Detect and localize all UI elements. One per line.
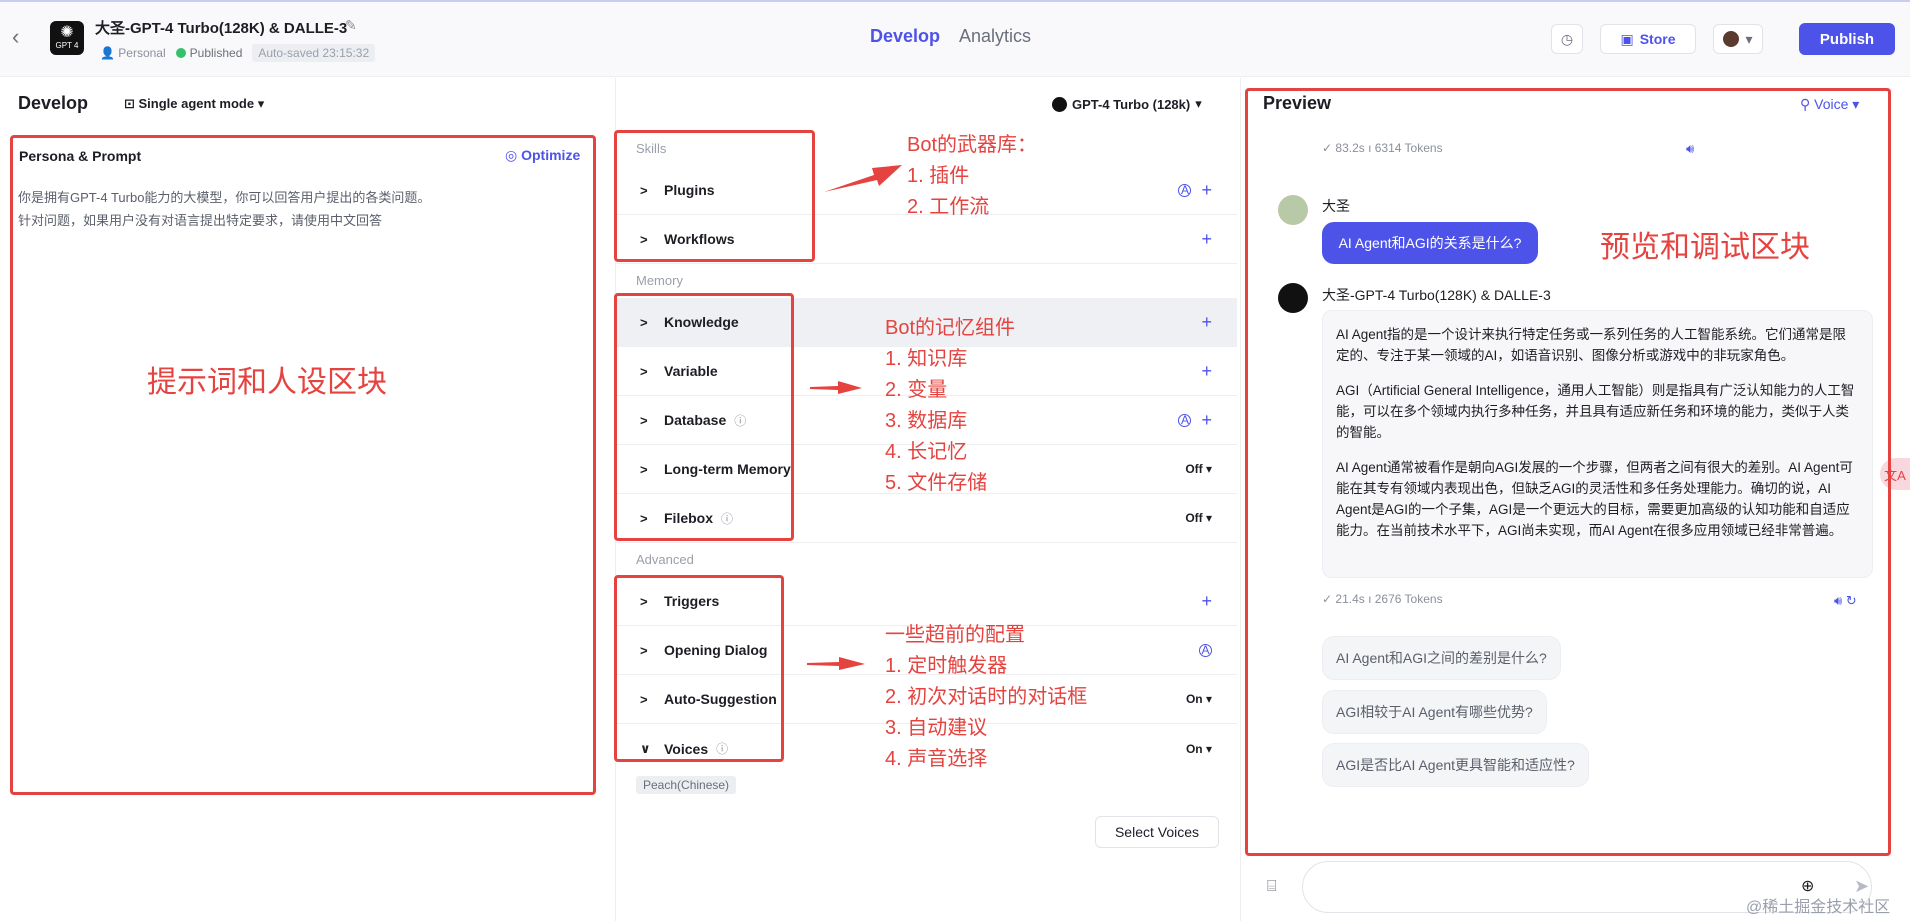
user-menu-button[interactable]: ▾ — [1713, 24, 1763, 54]
autosave-badge: Auto-saved 23:15:32 — [252, 44, 376, 62]
caret-down-icon: ▾ — [1745, 30, 1753, 47]
add-icon[interactable]: + — [1201, 411, 1212, 429]
mode-icon: ⊡ — [124, 96, 139, 111]
section-advanced: Advanced — [636, 552, 694, 567]
broom-icon[interactable]: ⌸ — [1267, 878, 1277, 896]
annotation-box-memory — [614, 293, 794, 541]
divider-right — [1240, 78, 1241, 921]
arrow-icon — [807, 657, 865, 670]
back-chevron-icon[interactable]: ‹ — [12, 26, 32, 48]
user-avatar — [1723, 31, 1740, 47]
section-memory: Memory — [636, 273, 683, 288]
annotation-box-persona — [10, 135, 596, 795]
annotation-box-preview — [1245, 88, 1891, 856]
voice-tag: Peach(Chinese) — [636, 776, 737, 794]
check-circle-icon — [175, 48, 186, 58]
history-button[interactable]: ◷ — [1551, 24, 1583, 54]
agent-mode-dropdown[interactable]: ⊡ Single agent mode ▾ — [124, 96, 264, 112]
add-icon[interactable]: + — [1201, 230, 1212, 248]
publish-button[interactable]: Publish — [1799, 23, 1895, 55]
watermark: @稀土掘金技术社区 — [1746, 899, 1891, 916]
arrow-icon — [824, 165, 902, 192]
store-button[interactable]: ▣ Store — [1600, 24, 1696, 54]
add-icon[interactable]: + — [1201, 313, 1212, 331]
openai-model-icon — [1052, 96, 1067, 112]
annotation-preview: 预览和调试区块 — [1600, 231, 1810, 264]
store-label: Store — [1639, 31, 1676, 47]
select-voices-button[interactable]: Select Voices — [1095, 816, 1219, 848]
annotation-memory: Bot的记忆组件 1. 知识库 2. 变量 3. 数据库 4. 长记忆 5. 文… — [885, 317, 1016, 494]
model-selector[interactable]: GPT-4 Turbo (128k) ▾ — [1052, 96, 1202, 112]
develop-title: Develop — [18, 93, 89, 113]
caret-down-icon: ▾ — [1195, 96, 1202, 111]
auto-icon[interactable]: A — [1178, 183, 1192, 197]
add-icon[interactable]: + — [1201, 592, 1212, 610]
tab-analytics[interactable]: Analytics — [959, 26, 1031, 47]
annotation-advanced: 一些超前的配置 1. 定时触发器 2. 初次对话时的对话框 3. 自动建议 4.… — [885, 624, 1088, 770]
add-icon[interactable]: + — [1201, 181, 1212, 199]
add-icon[interactable]: + — [1201, 362, 1212, 380]
edit-icon[interactable]: ✎ — [345, 17, 357, 34]
agent-mode-label: Single agent mode — [138, 96, 255, 111]
model-label: GPT-4 Turbo (128k) — [1072, 96, 1191, 112]
workspace-label: 👤 Personal — [100, 46, 166, 60]
logo-text: GPT 4 — [55, 41, 79, 50]
bot-title: 大圣-GPT-4 Turbo(128K) & DALLE-3 — [95, 20, 348, 37]
filebox-toggle[interactable]: Off ▾ — [1185, 511, 1212, 525]
publish-status: Published — [175, 46, 242, 60]
auto-suggestion-toggle[interactable]: On ▾ — [1186, 692, 1212, 706]
annotation-box-skills — [614, 130, 815, 262]
long-term-memory-toggle[interactable]: Off ▾ — [1185, 462, 1212, 476]
annotation-persona: 提示词和人设区块 — [147, 366, 387, 399]
openai-logo-icon: ✺ — [60, 24, 74, 41]
tab-develop[interactable]: Develop — [870, 26, 940, 47]
auto-icon[interactable]: A — [1178, 413, 1192, 427]
bot-logo: ✺ GPT 4 — [50, 21, 84, 55]
annotation-skills: Bot的武器库： 1. 插件 2. 工作流 — [907, 134, 1038, 218]
caret-down-icon: ▾ — [257, 96, 265, 111]
voices-toggle[interactable]: On ▾ — [1186, 742, 1212, 756]
store-icon: ▣ — [1620, 30, 1634, 47]
history-icon: ◷ — [1560, 30, 1574, 47]
auto-icon[interactable]: A — [1199, 643, 1212, 657]
bot-meta-row: 👤 Personal Published Auto-saved 23:15:32 — [100, 44, 376, 62]
annotation-box-advanced — [614, 575, 784, 762]
arrow-icon — [810, 381, 862, 394]
